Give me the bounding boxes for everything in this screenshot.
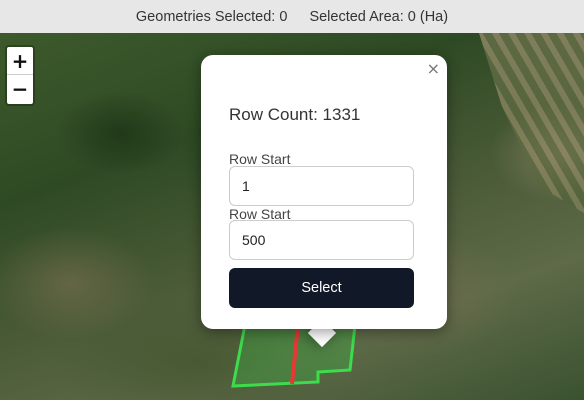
selected-area-text: Selected Area: 0 (Ha) xyxy=(309,8,449,25)
zoom-control: + − xyxy=(5,45,35,106)
row-end-input[interactable] xyxy=(229,220,414,260)
row-start-input[interactable] xyxy=(229,166,414,206)
row-start-label: Row Start xyxy=(229,151,291,167)
geometries-selected-text: Geometries Selected: 0 xyxy=(135,8,288,25)
select-button[interactable]: Select xyxy=(229,268,414,308)
zoom-in-button[interactable]: + xyxy=(7,47,33,75)
zoom-out-button[interactable]: − xyxy=(7,75,33,103)
status-bar: Geometries Selected: 0 Selected Area: 0 … xyxy=(0,0,584,33)
close-icon[interactable]: × xyxy=(427,59,440,78)
row-count-text: Row Count: 1331 xyxy=(229,105,361,124)
row-select-popup: × Row Count: 1331 Row Start Row Start Se… xyxy=(201,55,447,329)
